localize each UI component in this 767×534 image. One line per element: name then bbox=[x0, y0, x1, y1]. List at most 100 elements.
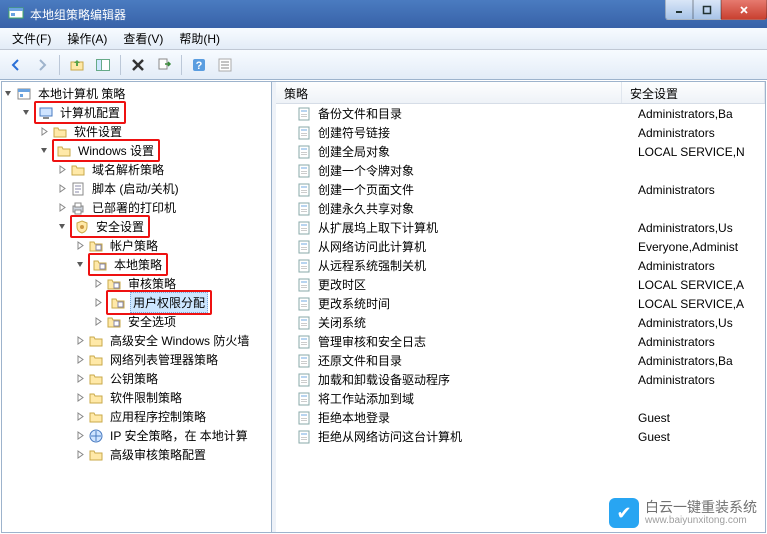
menu-view[interactable]: 查看(V) bbox=[115, 27, 171, 50]
expand-icon[interactable] bbox=[56, 202, 68, 214]
policy-name: 拒绝从网络访问这台计算机 bbox=[318, 428, 638, 445]
properties-button[interactable] bbox=[213, 53, 237, 77]
tree-item[interactable]: IP 安全策略，在 本地计算 bbox=[2, 426, 271, 445]
collapse-icon[interactable] bbox=[74, 259, 86, 271]
tree-item[interactable]: 用户权限分配 bbox=[2, 293, 271, 312]
policy-name: 创建一个令牌对象 bbox=[318, 162, 638, 179]
expand-icon[interactable] bbox=[74, 335, 86, 347]
tree-item[interactable]: 软件限制策略 bbox=[2, 388, 271, 407]
forward-button[interactable] bbox=[30, 53, 54, 77]
list-item[interactable]: 关闭系统Administrators,Us bbox=[276, 313, 765, 332]
tree-item[interactable]: 安全设置 bbox=[2, 217, 271, 236]
tree-item[interactable]: Windows 设置 bbox=[2, 141, 271, 160]
policy-icon bbox=[296, 391, 312, 407]
folder-icon bbox=[88, 371, 104, 387]
tree-item[interactable]: 网络列表管理器策略 bbox=[2, 350, 271, 369]
list-item[interactable]: 加载和卸载设备驱动程序Administrators bbox=[276, 370, 765, 389]
list-item[interactable]: 备份文件和目录Administrators,Ba bbox=[276, 104, 765, 123]
menu-help[interactable]: 帮助(H) bbox=[171, 27, 228, 50]
list-item[interactable]: 还原文件和目录Administrators,Ba bbox=[276, 351, 765, 370]
tree-label: 公钥策略 bbox=[108, 369, 160, 388]
show-hide-tree-button[interactable] bbox=[91, 53, 115, 77]
folder-icon bbox=[88, 352, 104, 368]
tree-item[interactable]: 公钥策略 bbox=[2, 369, 271, 388]
expand-icon[interactable] bbox=[74, 449, 86, 461]
list-item[interactable]: 创建永久共享对象 bbox=[276, 199, 765, 218]
tree-item[interactable]: 安全选项 bbox=[2, 312, 271, 331]
ip-icon bbox=[88, 428, 104, 444]
tree-item[interactable]: 本地策略 bbox=[2, 255, 271, 274]
menu-file[interactable]: 文件(F) bbox=[4, 27, 59, 50]
security-setting: Administrators,Ba bbox=[638, 107, 765, 121]
list-item[interactable]: 管理审核和安全日志Administrators bbox=[276, 332, 765, 351]
security-setting: Administrators,Us bbox=[638, 221, 765, 235]
back-button[interactable] bbox=[4, 53, 28, 77]
close-button[interactable] bbox=[721, 0, 767, 20]
tree-pane[interactable]: 本地计算机 策略计算机配置软件设置Windows 设置域名解析策略脚本 (启动/… bbox=[2, 82, 272, 532]
list-item[interactable]: 创建一个页面文件Administrators bbox=[276, 180, 765, 199]
tree-item[interactable]: 应用程序控制策略 bbox=[2, 407, 271, 426]
tree-label: 高级审核策略配置 bbox=[108, 445, 208, 464]
export-button[interactable] bbox=[152, 53, 176, 77]
toolbar-separator bbox=[181, 55, 182, 75]
delete-button[interactable] bbox=[126, 53, 150, 77]
tree-item[interactable]: 计算机配置 bbox=[2, 103, 271, 122]
expand-icon[interactable] bbox=[74, 430, 86, 442]
help-button[interactable]: ? bbox=[187, 53, 211, 77]
tree-item[interactable]: 高级审核策略配置 bbox=[2, 445, 271, 464]
list-item[interactable]: 创建符号链接Administrators bbox=[276, 123, 765, 142]
column-security[interactable]: 安全设置 bbox=[622, 82, 765, 103]
list-item[interactable]: 创建一个令牌对象 bbox=[276, 161, 765, 180]
list-item[interactable]: 更改时区LOCAL SERVICE,A bbox=[276, 275, 765, 294]
tree-item[interactable]: 高级安全 Windows 防火墙 bbox=[2, 331, 271, 350]
expand-icon[interactable] bbox=[74, 240, 86, 252]
policy-name: 更改系统时间 bbox=[318, 295, 638, 312]
collapse-icon[interactable] bbox=[38, 145, 50, 157]
root-icon bbox=[16, 86, 32, 102]
expand-icon[interactable] bbox=[56, 164, 68, 176]
maximize-button[interactable] bbox=[693, 0, 721, 20]
policy-name: 备份文件和目录 bbox=[318, 105, 638, 122]
list-item[interactable]: 从网络访问此计算机Everyone,Administ bbox=[276, 237, 765, 256]
tree-item[interactable]: 域名解析策略 bbox=[2, 160, 271, 179]
policy-icon bbox=[296, 163, 312, 179]
expand-icon[interactable] bbox=[92, 278, 104, 290]
security-setting: Administrators bbox=[638, 373, 765, 387]
list-item[interactable]: 拒绝本地登录Guest bbox=[276, 408, 765, 427]
collapse-icon[interactable] bbox=[56, 221, 68, 233]
expand-icon[interactable] bbox=[56, 183, 68, 195]
menu-action[interactable]: 操作(A) bbox=[59, 27, 115, 50]
list-item[interactable]: 拒绝从网络访问这台计算机Guest bbox=[276, 427, 765, 446]
policy-name: 从远程系统强制关机 bbox=[318, 257, 638, 274]
security-setting: Guest bbox=[638, 411, 765, 425]
computer-icon bbox=[38, 105, 54, 121]
policy-name: 创建永久共享对象 bbox=[318, 200, 638, 217]
list-item[interactable]: 更改系统时间LOCAL SERVICE,A bbox=[276, 294, 765, 313]
tree-label: 本地策略 bbox=[112, 255, 164, 274]
watermark-brand: 白云一键重装系统 bbox=[645, 500, 757, 515]
list-item[interactable]: 将工作站添加到域 bbox=[276, 389, 765, 408]
expand-icon[interactable] bbox=[74, 354, 86, 366]
column-policy[interactable]: 策略 bbox=[276, 82, 622, 103]
expand-icon[interactable] bbox=[38, 126, 50, 138]
collapse-icon[interactable] bbox=[2, 88, 14, 100]
folder-icon bbox=[56, 143, 72, 159]
expand-icon[interactable] bbox=[74, 392, 86, 404]
list-pane[interactable]: 策略 安全设置 备份文件和目录Administrators,Ba创建符号链接Ad… bbox=[276, 82, 765, 532]
security-setting: LOCAL SERVICE,N bbox=[638, 145, 765, 159]
expand-icon[interactable] bbox=[92, 297, 104, 309]
tree-item[interactable]: 脚本 (启动/关机) bbox=[2, 179, 271, 198]
list-item[interactable]: 从远程系统强制关机Administrators bbox=[276, 256, 765, 275]
policy-icon bbox=[296, 315, 312, 331]
collapse-icon[interactable] bbox=[20, 107, 32, 119]
policy-icon bbox=[296, 296, 312, 312]
policy-icon bbox=[296, 239, 312, 255]
expand-icon[interactable] bbox=[92, 316, 104, 328]
up-button[interactable] bbox=[65, 53, 89, 77]
expand-icon[interactable] bbox=[74, 411, 86, 423]
list-item[interactable]: 创建全局对象LOCAL SERVICE,N bbox=[276, 142, 765, 161]
list-item[interactable]: 从扩展坞上取下计算机Administrators,Us bbox=[276, 218, 765, 237]
policy-name: 还原文件和目录 bbox=[318, 352, 638, 369]
minimize-button[interactable] bbox=[665, 0, 693, 20]
expand-icon[interactable] bbox=[74, 373, 86, 385]
